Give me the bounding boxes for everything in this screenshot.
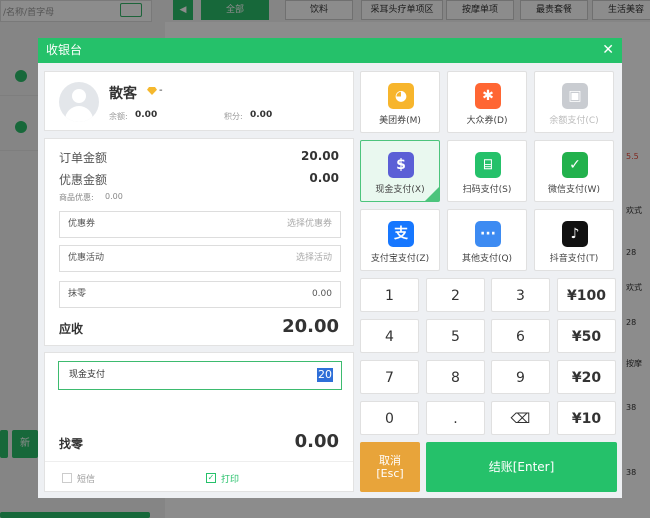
meituan-icon: ◕ (388, 83, 414, 109)
print-label: 打印 (221, 475, 240, 485)
pay-method-button[interactable]: 支支付宝支付(Z) (360, 209, 440, 271)
balance-value: 0.00 (135, 110, 158, 120)
pay-method-label: 扫码支付(S) (462, 185, 512, 195)
keypad-key[interactable]: 9 (491, 360, 550, 394)
change-value: 0.00 (294, 431, 339, 452)
pay-method-button[interactable]: ▣ 余额支付(C) (534, 71, 614, 133)
checkout-dialog: 收银台 ✕ 散客 - 余额: 0.00 积分: 0.00 订单金额 20.00 … (38, 38, 622, 498)
keypad-key[interactable]: ¥10 (557, 401, 616, 435)
customer-panel: 散客 - 余额: 0.00 积分: 0.00 (44, 71, 354, 131)
receivable-label: 应收 (59, 322, 84, 336)
cash-bag-icon: $ (388, 152, 414, 178)
divider (45, 461, 353, 462)
rounding-value: 0.00 (311, 289, 332, 299)
keypad-key[interactable]: 7 (360, 360, 419, 394)
keypad-key[interactable]: 6 (491, 319, 550, 353)
keypad-key[interactable]: 0 (360, 401, 419, 435)
keypad-key[interactable]: 5 (426, 319, 485, 353)
cancel-label: 取消 (379, 454, 401, 467)
member-level: - (159, 85, 163, 96)
pay-method-button[interactable]: $ 现金支付(X) (360, 140, 440, 202)
pay-method-label: 支付宝支付(Z) (370, 254, 430, 264)
payment-method-label: 现金支付 (69, 370, 106, 380)
rounding-label: 抹零 (68, 289, 87, 299)
keypad-key[interactable]: ¥20 (557, 360, 616, 394)
promotion-label: 优惠活动 (68, 253, 105, 263)
dialog-title: 收银台 (46, 43, 83, 57)
pay-method-button[interactable]: ♪ 抖音支付(T) (534, 209, 614, 271)
keypad-key[interactable]: 4 (360, 319, 419, 353)
payment-panel: 现金支付 20 找零 0.00 短信 ✓ 打印 (44, 352, 354, 492)
selected-check-icon (425, 187, 439, 201)
goods-discount-label: 商品优惠: (59, 193, 94, 202)
cancel-button[interactable]: 取消 [Esc] (360, 442, 420, 492)
coupon-label: 优惠券 (68, 219, 96, 229)
pay-method-label: 美团券(M) (379, 116, 421, 126)
discount-amount-value: 0.00 (309, 171, 339, 185)
alipay-icon: 支 (388, 221, 414, 247)
checkout-button[interactable]: 结账[Enter] (426, 442, 617, 492)
cash-payment-input[interactable]: 现金支付 20 (58, 361, 342, 390)
avatar (59, 82, 99, 122)
customer-name: 散客 (109, 86, 137, 102)
more-icon: ··· (475, 221, 501, 247)
keypad-key[interactable]: . (426, 401, 485, 435)
promotion-placeholder: 选择活动 (295, 253, 332, 263)
keypad-key[interactable]: ¥100 (557, 278, 616, 312)
pay-method-label: 抖音支付(T) (549, 254, 599, 264)
wallet-icon: ▣ (562, 83, 588, 109)
goods-discount-value: 0.00 (105, 192, 123, 201)
sms-label: 短信 (77, 475, 96, 485)
order-amount-value: 20.00 (301, 149, 339, 163)
pay-method-label: 余额支付(C) (549, 116, 599, 126)
wechat-pay-icon: ✓ (562, 152, 588, 178)
rounding-input[interactable]: 抹零 0.00 (59, 281, 341, 308)
dianping-icon: ✱ (475, 83, 501, 109)
receivable-value: 20.00 (282, 316, 339, 337)
douyin-icon: ♪ (562, 221, 588, 247)
pay-method-button[interactable]: ✓ 微信支付(W) (534, 140, 614, 202)
backspace-icon[interactable]: ⌫ (491, 401, 550, 435)
pay-method-label: 微信支付(W) (548, 185, 600, 195)
dialog-header: 收银台 ✕ (38, 38, 622, 63)
discount-amount-label: 优惠金额 (59, 173, 108, 187)
pay-method-button[interactable]: ◕ 美团券(M) (360, 71, 440, 133)
points-value: 0.00 (250, 110, 273, 120)
keypad-key[interactable]: ¥50 (557, 319, 616, 353)
keypad-key[interactable]: 1 (360, 278, 419, 312)
sms-checkbox[interactable] (62, 473, 72, 483)
pay-method-button[interactable]: ⌸ 扫码支付(S) (447, 140, 527, 202)
pay-method-button[interactable]: ··· 其他支付(Q) (447, 209, 527, 271)
coupon-select[interactable]: 优惠券 选择优惠券 (59, 211, 341, 238)
promotion-select[interactable]: 优惠活动 选择活动 (59, 245, 341, 272)
keypad-key[interactable]: 8 (426, 360, 485, 394)
order-summary-panel: 订单金额 20.00 优惠金额 0.00 商品优惠: 0.00 优惠券 选择优惠… (44, 138, 354, 346)
close-icon[interactable]: ✕ (602, 38, 614, 63)
coupon-placeholder: 选择优惠券 (286, 219, 332, 229)
keypad-key[interactable]: 3 (491, 278, 550, 312)
cancel-shortcut: [Esc] (376, 467, 404, 480)
pay-method-label: 大众券(D) (466, 116, 508, 126)
pay-method-label: 其他支付(Q) (461, 254, 513, 264)
print-checkbox[interactable]: ✓ (206, 473, 216, 483)
pay-method-button[interactable]: ✱ 大众券(D) (447, 71, 527, 133)
points-label: 积分: (224, 112, 243, 121)
change-label: 找零 (59, 437, 84, 451)
balance-label: 余额: (109, 112, 128, 121)
order-amount-label: 订单金额 (59, 151, 108, 165)
vip-diamond-icon (147, 87, 157, 95)
scan-icon: ⌸ (475, 152, 501, 178)
keypad-key[interactable]: 2 (426, 278, 485, 312)
payment-amount[interactable]: 20 (317, 368, 333, 382)
